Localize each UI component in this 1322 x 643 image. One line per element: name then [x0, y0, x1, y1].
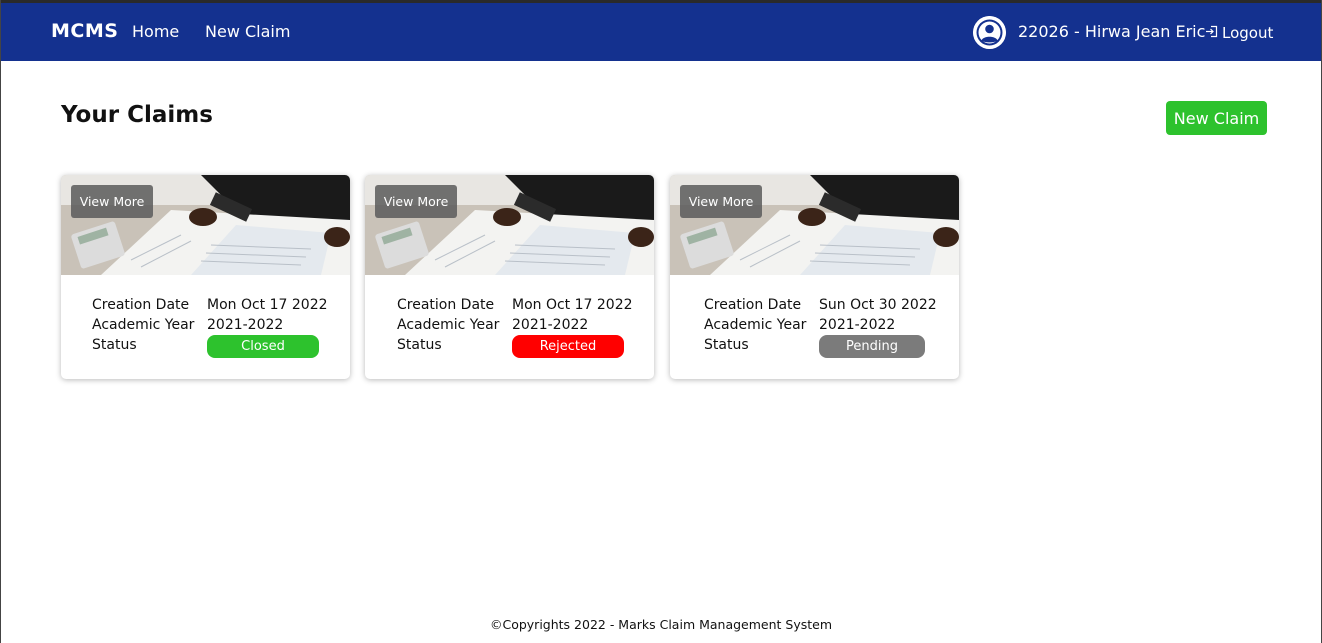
academic-year-label: Academic Year: [397, 317, 500, 333]
logout-label: Logout: [1222, 24, 1274, 42]
creation-date-label: Creation Date: [704, 297, 802, 313]
claim-card: View More Creation Date Academic Year St…: [670, 175, 959, 379]
new-claim-button[interactable]: New Claim: [1166, 101, 1267, 135]
academic-year-label: Academic Year: [704, 317, 807, 333]
creation-date-label: Creation Date: [92, 297, 190, 313]
nav-home-link[interactable]: Home: [132, 22, 179, 41]
status-label: Status: [704, 337, 749, 353]
status-badge: Pending: [819, 335, 925, 358]
status-label: Status: [92, 337, 137, 353]
footer-copyright: ©Copyrights 2022 - Marks Claim Managemen…: [489, 617, 833, 632]
view-more-button[interactable]: View More: [680, 185, 762, 218]
claim-card: View More Creation Date Academic Year St…: [61, 175, 350, 379]
status-badge: Closed: [207, 335, 319, 358]
academic-year-label: Academic Year: [92, 317, 195, 333]
academic-year-value: 2021-2022: [207, 317, 284, 333]
view-more-button[interactable]: View More: [71, 185, 153, 218]
user-avatar-icon[interactable]: [973, 16, 1006, 49]
top-navbar: MCMS Home New Claim 22026 - Hirwa Jean E…: [1, 0, 1321, 61]
creation-date-value: Mon Oct 17 2022: [512, 297, 633, 313]
brand-logo[interactable]: MCMS: [51, 20, 118, 42]
claim-card: View More Creation Date Academic Year St…: [365, 175, 654, 379]
page-title: Your Claims: [61, 102, 213, 128]
academic-year-value: 2021-2022: [512, 317, 589, 333]
status-badge: Rejected: [512, 335, 624, 358]
creation-date-value: Sun Oct 30 2022: [819, 297, 937, 313]
creation-date-label: Creation Date: [397, 297, 495, 313]
logout-link[interactable]: Logout: [1205, 24, 1273, 42]
nav-new-claim-link[interactable]: New Claim: [205, 22, 290, 41]
academic-year-value: 2021-2022: [819, 317, 896, 333]
creation-date-value: Mon Oct 17 2022: [207, 297, 328, 313]
view-more-button[interactable]: View More: [375, 185, 457, 218]
user-name-label: 22026 - Hirwa Jean Eric: [1018, 22, 1206, 41]
logout-icon: [1205, 24, 1218, 42]
status-label: Status: [397, 337, 442, 353]
